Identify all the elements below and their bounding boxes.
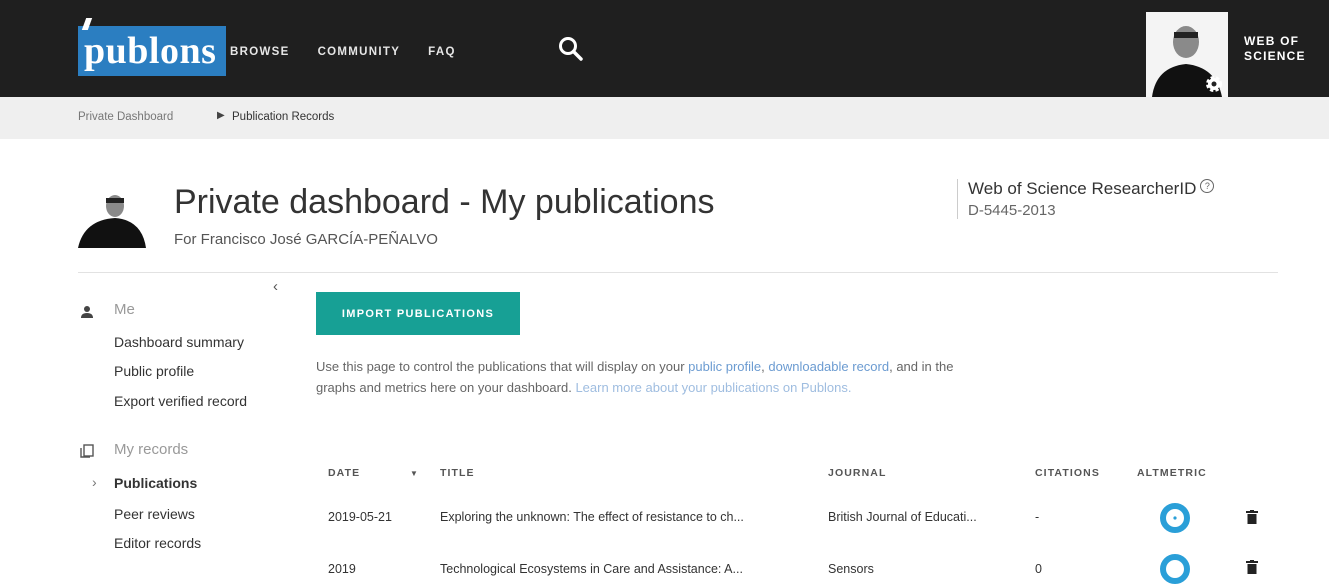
header-divider <box>78 272 1278 273</box>
page-title: Private dashboard - My publications <box>174 183 715 221</box>
column-header-date[interactable]: DATE <box>328 467 360 479</box>
row-citations: 0 <box>1035 562 1042 576</box>
researcher-id-block: Web of Science ResearcherID? D-5445-2013 <box>957 179 1215 219</box>
breadcrumb: Private Dashboard ▶ Publication Records <box>0 97 1329 139</box>
column-header-title[interactable]: TITLE <box>440 467 475 479</box>
sidebar-section-my-records: My records <box>114 441 189 458</box>
row-date: 2019-05-21 <box>328 510 392 524</box>
column-header-journal[interactable]: JOURNAL <box>828 467 886 479</box>
sidebar-section-me: Me <box>114 301 135 318</box>
row-journal: British Journal of Educati... <box>828 510 977 524</box>
public-profile-link[interactable]: public profile <box>688 359 761 374</box>
column-header-altmetric[interactable]: ALTMETRIC <box>1137 467 1207 479</box>
sidebar-item-public-profile[interactable]: Public profile <box>114 363 194 379</box>
trash-icon[interactable] <box>1246 510 1258 524</box>
nav-browse[interactable]: BROWSE <box>230 46 290 58</box>
search-icon[interactable] <box>558 36 584 62</box>
desc-text-1: Use this page to control the publication… <box>316 359 689 374</box>
downloadable-record-link[interactable]: downloadable record <box>768 359 889 374</box>
row-title[interactable]: Exploring the unknown: The effect of res… <box>440 510 744 524</box>
records-icon <box>80 444 94 458</box>
learn-more-link[interactable]: Learn more about your publications on Pu… <box>575 380 851 395</box>
wos-label-line-1: WEB OF <box>1244 34 1300 48</box>
breadcrumb-private-dashboard[interactable]: Private Dashboard <box>78 111 173 123</box>
trash-icon[interactable] <box>1246 560 1258 574</box>
sidebar-item-publications[interactable]: Publications <box>114 475 197 491</box>
row-citations: - <box>1035 510 1040 524</box>
wos-label-line-2: SCIENCE <box>1244 49 1306 63</box>
person-icon <box>81 306 93 318</box>
help-icon[interactable]: ? <box>1200 179 1215 193</box>
main-nav: BROWSE COMMUNITY FAQ <box>230 46 484 58</box>
gear-icon[interactable] <box>1204 74 1224 94</box>
nav-community[interactable]: COMMUNITY <box>318 46 401 58</box>
altmetric-badge-icon[interactable] <box>1159 553 1191 585</box>
chevron-right-icon: › <box>92 474 97 490</box>
row-title[interactable]: Technological Ecosystems in Care and Ass… <box>440 562 743 576</box>
sidebar-item-dashboard-summary[interactable]: Dashboard summary <box>114 334 244 350</box>
web-of-science-link[interactable]: WEB OF SCIENCE <box>1244 34 1324 64</box>
page-subtitle: For Francisco José GARCÍA-PEÑALVO <box>174 231 438 248</box>
breadcrumb-separator-icon: ▶ <box>217 110 225 121</box>
profile-avatar <box>78 195 146 248</box>
sidebar-item-editor-records[interactable]: Editor records <box>114 535 201 551</box>
breadcrumb-publication-records: Publication Records <box>232 111 335 123</box>
nav-faq[interactable]: FAQ <box>428 46 456 58</box>
publons-logo[interactable]: publons <box>78 26 227 76</box>
researcher-id-value: D-5445-2013 <box>968 202 1056 219</box>
row-date: 2019 <box>328 562 356 576</box>
sidebar-item-export-verified-record[interactable]: Export verified record <box>114 393 247 409</box>
page-description: Use this page to control the publication… <box>316 356 1216 398</box>
desc-text-4: graphs and metrics here on your dashboar… <box>316 380 576 395</box>
sidebar-collapse-icon[interactable]: ‹ <box>273 278 278 295</box>
sort-desc-icon[interactable]: ▼ <box>410 469 419 478</box>
altmetric-badge-icon[interactable] <box>1159 502 1191 534</box>
sidebar-item-peer-reviews[interactable]: Peer reviews <box>114 506 195 522</box>
desc-text-3: , and in the <box>889 359 954 374</box>
researcher-id-label: Web of Science ResearcherID <box>968 179 1197 198</box>
row-journal: Sensors <box>828 562 874 576</box>
column-header-citations[interactable]: CITATIONS <box>1035 467 1100 479</box>
import-publications-button[interactable]: IMPORT PUBLICATIONS <box>316 292 520 335</box>
